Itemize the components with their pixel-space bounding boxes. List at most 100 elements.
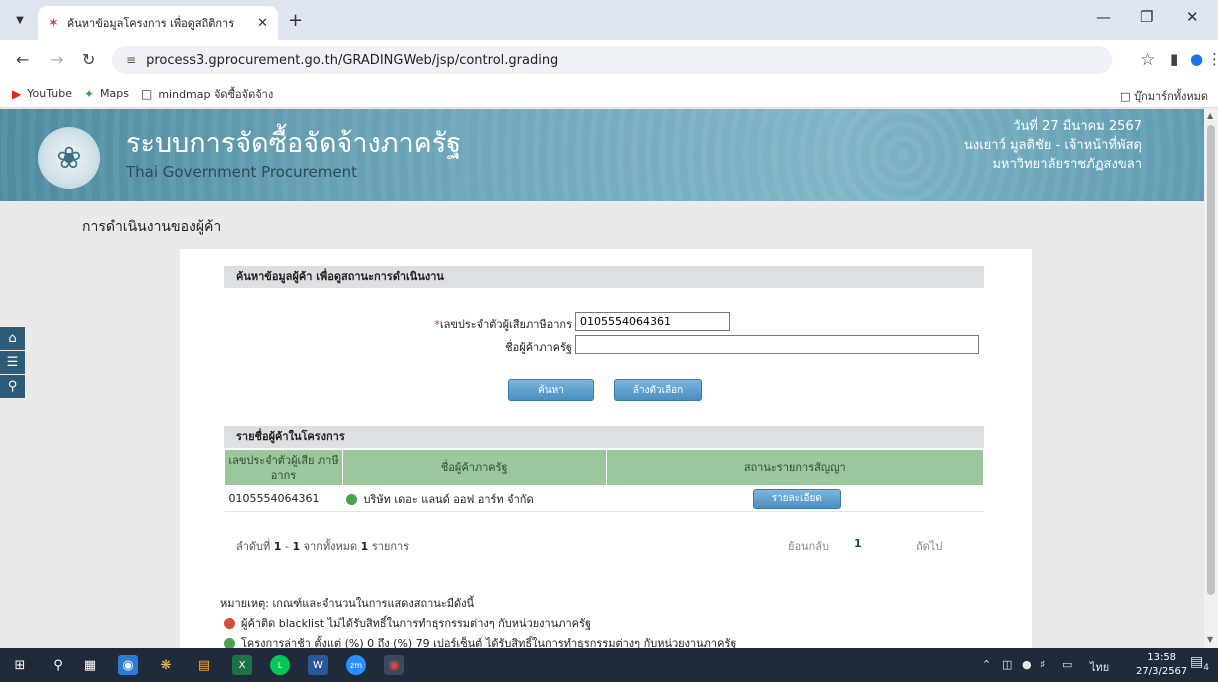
scroll-up-icon[interactable]: ▲ [1207,111,1213,120]
bookmark-youtube[interactable]: ▶ YouTube [12,87,72,101]
remark-text: ผู้ค้าติด blacklist ไม่ได้รับสิทธิ์ในการ… [241,617,592,630]
tax-id-label: *เลขประจำตัวผู้เสียภาษีอากร [434,315,572,333]
pager-prefix: ลำดับที่ [236,540,271,553]
all-bookmarks-label: บุ๊กมาร์กทั้งหมด [1134,90,1208,103]
bookmark-star-icon[interactable]: ☆ [1140,50,1155,70]
remark-text: โครงการล่าช้า ตั้งแต่ (%) 0 ถึง (%) 79 เ… [241,637,737,648]
bookmark-label: Maps [100,87,129,100]
word-icon[interactable]: W [308,655,328,675]
row-vendor-name: บริษัท เดอะ แลนด์ ออฟ อาร์ท จำกัด [363,492,534,506]
windows-start-icon[interactable]: ⊞ [10,655,30,675]
zoom-icon[interactable]: zm [346,655,366,675]
tax-id-row: *เลขประจำตัวผู้เสียภาษีอากร [224,312,984,332]
side-panel-icon[interactable]: ▮ [1170,50,1178,68]
search-icon[interactable]: ⚲ [0,375,25,398]
status-green-dot-icon [346,493,358,505]
maps-icon: ✦ [83,86,95,101]
system-title: ระบบการจัดซื้อจัดจ้างภาครัฐ [126,128,462,159]
scroll-down-icon[interactable]: ▼ [1207,635,1213,644]
clear-button[interactable]: ล้างตัวเลือก [614,379,702,401]
reload-icon[interactable]: ↻ [82,50,95,69]
home-icon[interactable]: ⌂ [0,327,25,350]
task-view-icon[interactable]: ▦ [80,655,100,675]
remark-title: หมายเหตุ: เกณฑ์และจำนวนในการแสดงสถานะมีด… [220,597,475,610]
site-info-icon[interactable]: ≡ [126,53,136,67]
notification-count: 4 [1203,662,1209,673]
site-banner: ❀ ระบบการจัดซื้อจัดจ้างภาครัฐ Thai Gover… [0,109,1204,201]
pager-unit: รายการ [371,540,410,553]
microphone-icon[interactable]: ● [1022,658,1032,671]
pager-dash: - [284,540,289,553]
language-indicator[interactable]: ไทย [1090,658,1109,676]
tax-id-input[interactable] [575,312,730,331]
bookmark-mindmap[interactable]: □ mindmap จัดซื้อจัดจ้าง [141,85,273,103]
bookmark-maps[interactable]: ✦ Maps [84,87,129,101]
address-bar[interactable]: ≡ process3.gprocurement.go.th/GRADINGWeb… [112,46,1112,74]
system-clock[interactable]: 13:58 27/3/2567 [1136,651,1187,679]
menu-kebab-icon[interactable]: ⋮ [1207,50,1218,68]
menu-icon[interactable]: ☰ [0,351,25,374]
column-header-vendor-name: ชื่อผู้ค้าภาครัฐ [341,449,607,486]
browser-tab-bar: ▼ ✶ ค้นหาข้อมูลโครงการ เพื่อดูสถิติการ ✕… [0,0,1218,40]
folder-icon: □ [1120,90,1131,103]
system-subtitle: Thai Government Procurement [126,163,357,181]
address-toolbar: ← → ↻ ≡ process3.gprocurement.go.th/GRAD… [0,40,1218,80]
vendor-name-row: ชื่อผู้ค้าภาครัฐ [224,335,984,355]
pager-total: 1 [360,540,369,553]
tax-id-label-text: เลขประจำตัวผู้เสียภาษีอากร [439,318,572,331]
url-text[interactable]: process3.gprocurement.go.th/GRADINGWeb/j… [146,53,558,68]
organization-name: มหาวิทยาลัยราชภัฏสงขลา [992,157,1142,172]
search-button[interactable]: ค้นหา [508,379,594,401]
pager-of-label: จากทั้งหมด [303,540,358,553]
close-tab-icon[interactable]: ✕ [257,16,268,31]
forward-icon[interactable]: → [50,50,63,69]
pager-from: 1 [273,540,282,553]
page-scrollbar[interactable]: ▲ ▼ [1204,109,1218,648]
profile-icon[interactable]: ● [1190,50,1203,68]
row-vendor-name-cell: บริษัท เดอะ แลนด์ ออฟ อาร์ท จำกัด [342,485,607,512]
user-info: วันที่ 27 มีนาคม 2567 นงเยาว์ มูลติชัย -… [964,117,1142,174]
tray-expand-icon[interactable]: ⌃ [982,658,991,671]
pager-page-1[interactable]: 1 [854,537,862,550]
vendor-table: เลขประจำตัวผู้เสีย ภาษีอากร ชื่อผู้ค้าภา… [224,449,985,512]
tab-title: ค้นหาข้อมูลโครงการ เพื่อดูสถิติการ [66,17,235,30]
scroll-thumb[interactable] [1207,125,1215,595]
notification-icon[interactable]: ▤4 [1190,654,1209,673]
browser-tab[interactable]: ✶ ค้นหาข้อมูลโครงการ เพื่อดูสถิติการ ✕ [38,6,278,40]
all-bookmarks[interactable]: □ บุ๊กมาร์กทั้งหมด [1120,87,1208,105]
table-row: 0105554064361 บริษัท เดอะ แลนด์ ออฟ อาร์… [224,485,984,512]
pager-next-link[interactable]: ถัดไป [916,537,942,555]
page-title: การดำเนินงานของผู้ค้า [82,219,222,235]
clock-date: 27/3/2567 [1136,666,1188,677]
remark-section: หมายเหตุ: เกณฑ์และจำนวนในการแสดงสถานะมีด… [220,594,736,648]
line-icon[interactable]: L [270,655,290,675]
row-action-cell: รายละเอียด [606,485,984,512]
column-header-tax-id: เลขประจำตัวผู้เสีย ภาษีอากร [224,449,343,486]
volume-muted-icon[interactable]: ♯ [1040,658,1045,671]
garuda-emblem-icon: ❀ [38,127,100,189]
excel-icon[interactable]: X [232,655,252,675]
display-icon[interactable]: ▭ [1062,658,1072,671]
tab-search-dropdown[interactable]: ▼ [8,9,32,31]
window-close-icon[interactable]: ✕ [1186,8,1199,26]
detail-button[interactable]: รายละเอียด [752,488,841,509]
search-icon[interactable]: ⚲ [48,655,68,675]
bookmarks-bar: ▶ YouTube ✦ Maps □ mindmap จัดซื้อจัดจ้า… [0,80,1218,108]
vendor-name-input[interactable] [575,335,979,354]
paint-icon[interactable]: ❋ [156,655,176,675]
row-tax-id: 0105554064361 [224,485,343,512]
folder-icon: □ [140,86,153,101]
back-icon[interactable]: ← [16,50,29,69]
chrome-icon[interactable]: ◉ [384,655,404,675]
file-explorer-icon[interactable]: ▤ [194,655,214,675]
pager-back-link[interactable]: ย้อนกลับ [788,537,829,555]
windows-taskbar: ⊞ ⚲ ▦ ◉ ❋ ▤ X L W zm ◉ ⌃ ◫ ● ♯ ▭ ไทย 13:… [0,648,1218,682]
user-name[interactable]: นงเยาว์ มูลติชัย - เจ้าหน้าที่พัสดุ [964,136,1142,155]
new-tab-button[interactable]: + [288,10,303,31]
minimize-icon[interactable]: — [1096,8,1111,26]
network-icon[interactable]: ◫ [1002,658,1012,671]
restore-icon[interactable]: ❐ [1140,8,1153,26]
edge-browser-icon[interactable]: ◉ [118,655,138,675]
status-green-dot-icon [224,638,235,648]
clock-time: 13:58 [1147,652,1177,663]
